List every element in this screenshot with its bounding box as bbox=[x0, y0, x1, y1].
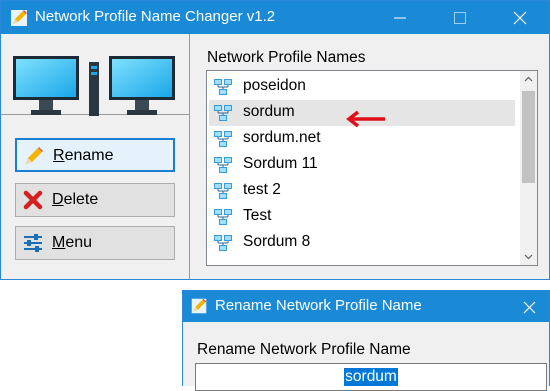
rename-label: Rename bbox=[53, 147, 114, 164]
window-title: Network Profile Name Changer v1.2 bbox=[35, 8, 276, 25]
dialog-title: Rename Network Profile Name bbox=[215, 297, 422, 314]
chevron-up-icon bbox=[524, 76, 533, 82]
red-x-icon bbox=[23, 190, 43, 210]
network-icon bbox=[214, 105, 232, 121]
vertical-scrollbar[interactable] bbox=[520, 71, 537, 265]
list-item-label: Sordum 8 bbox=[243, 233, 311, 250]
pencil-icon bbox=[11, 10, 27, 26]
network-icon bbox=[214, 209, 232, 225]
network-icon bbox=[214, 235, 232, 251]
rename-dialog: Rename Network Profile Name Rename Netwo… bbox=[182, 290, 550, 391]
list-item[interactable]: Sordum 8 bbox=[209, 230, 515, 256]
list-item-label: sordum.net bbox=[243, 129, 321, 146]
menu-label: Menu bbox=[52, 234, 93, 251]
list-item[interactable]: Test bbox=[209, 204, 515, 230]
list-item-label: test 2 bbox=[243, 181, 281, 198]
minimize-icon bbox=[394, 17, 406, 19]
arrow-left-icon bbox=[346, 110, 385, 128]
delete-button[interactable]: Delete bbox=[15, 183, 175, 217]
pencil-icon bbox=[191, 298, 207, 314]
list-item[interactable]: sordum.net bbox=[209, 126, 515, 152]
network-icon bbox=[214, 79, 232, 95]
scroll-down-button[interactable] bbox=[520, 248, 537, 265]
profile-list[interactable]: poseidon sordum sordum.net Sordum 11 test 2 T… bbox=[206, 70, 538, 266]
close-icon bbox=[513, 11, 527, 25]
rename-input-value: sordum bbox=[344, 368, 398, 386]
list-item[interactable]: test 2 bbox=[209, 178, 515, 204]
list-heading: Network Profile Names bbox=[207, 49, 366, 66]
dialog-title-bar[interactable]: Rename Network Profile Name bbox=[183, 291, 549, 322]
network-icon bbox=[214, 157, 232, 173]
rename-input[interactable]: sordum bbox=[195, 363, 547, 391]
client-area: Rename Delete Menu Network Profile Names… bbox=[1, 34, 549, 279]
chevron-down-icon bbox=[524, 254, 533, 260]
maximize-button[interactable] bbox=[437, 1, 483, 34]
list-item-label: Sordum 11 bbox=[243, 155, 318, 172]
list-item-label: sordum bbox=[243, 103, 295, 120]
delete-label: Delete bbox=[52, 191, 99, 208]
list-item[interactable]: Sordum 11 bbox=[209, 152, 515, 178]
list-item-label: Test bbox=[243, 207, 272, 224]
pencil-icon bbox=[26, 147, 43, 164]
computers-graphic bbox=[13, 56, 175, 116]
vertical-divider bbox=[189, 34, 190, 279]
list-item[interactable]: poseidon bbox=[209, 74, 515, 100]
menu-button[interactable]: Menu bbox=[15, 226, 175, 260]
dialog-close-button[interactable] bbox=[509, 291, 549, 322]
minimize-button[interactable] bbox=[377, 1, 423, 34]
list-item-label: poseidon bbox=[243, 77, 306, 94]
maximize-icon bbox=[454, 12, 466, 24]
close-icon bbox=[523, 301, 536, 314]
title-bar[interactable]: Network Profile Name Changer v1.2 bbox=[1, 1, 549, 34]
network-icon bbox=[214, 131, 232, 147]
close-button[interactable] bbox=[497, 1, 543, 34]
scroll-up-button[interactable] bbox=[520, 71, 537, 88]
rename-button[interactable]: Rename bbox=[15, 138, 175, 172]
main-window: Network Profile Name Changer v1.2 Rename… bbox=[0, 0, 550, 280]
sliders-icon bbox=[24, 234, 42, 252]
rename-field-label: Rename Network Profile Name bbox=[197, 341, 411, 358]
network-icon bbox=[214, 183, 232, 199]
scroll-thumb[interactable] bbox=[522, 91, 535, 183]
